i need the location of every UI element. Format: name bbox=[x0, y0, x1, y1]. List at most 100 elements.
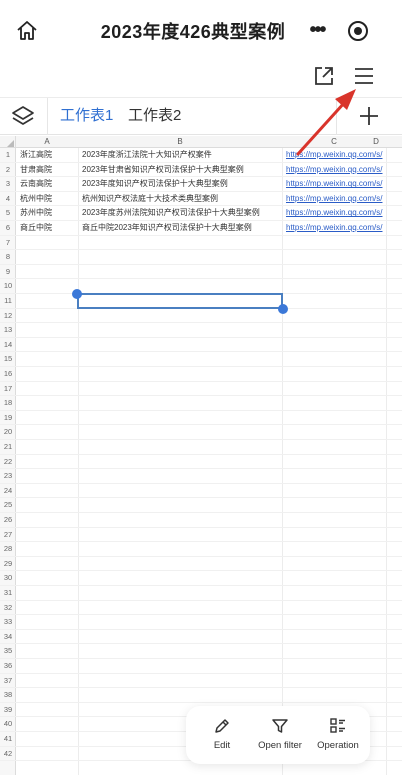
table-row: 10 bbox=[0, 279, 402, 294]
row-number[interactable]: 5 bbox=[0, 206, 16, 220]
cell-c-link[interactable]: https://mp.weixin.qq.com/s/ bbox=[286, 163, 402, 177]
select-all-corner[interactable] bbox=[0, 136, 16, 148]
top-bar: 2023年度426典型案例 ••• bbox=[0, 0, 402, 62]
home-icon[interactable] bbox=[14, 18, 40, 44]
row-number[interactable]: 16 bbox=[0, 367, 16, 381]
row-number[interactable]: 11 bbox=[0, 294, 16, 308]
row-number[interactable]: 12 bbox=[0, 309, 16, 323]
table-row: 12 bbox=[0, 309, 402, 324]
row-number[interactable]: 34 bbox=[0, 630, 16, 644]
plus-icon[interactable] bbox=[356, 103, 382, 129]
sheet-tabs-bar: 工作表1 工作表2 bbox=[0, 97, 402, 135]
column-header-d[interactable]: D bbox=[366, 136, 386, 148]
column-header: A B C D bbox=[0, 136, 402, 148]
row-number[interactable]: 9 bbox=[0, 265, 16, 279]
cell-b[interactable]: 2023年度浙江法院十大知识产权案件 bbox=[82, 148, 282, 162]
open-filter-label: Open filter bbox=[258, 740, 302, 751]
row-number[interactable]: 17 bbox=[0, 382, 16, 396]
row-number[interactable]: 7 bbox=[0, 236, 16, 250]
cell-b[interactable]: 2023年度苏州法院知识产权司法保护十大典型案例 bbox=[82, 206, 282, 220]
edit-label: Edit bbox=[213, 740, 231, 751]
row-number[interactable]: 28 bbox=[0, 542, 16, 556]
row-number[interactable]: 27 bbox=[0, 528, 16, 542]
row-number[interactable]: 42 bbox=[0, 747, 16, 761]
row-number[interactable]: 31 bbox=[0, 586, 16, 600]
table-row: 32 bbox=[0, 601, 402, 616]
table-row: 17 bbox=[0, 382, 402, 397]
cell-a[interactable]: 浙江高院 bbox=[20, 148, 78, 162]
row-number[interactable]: 24 bbox=[0, 484, 16, 498]
row-number[interactable]: 8 bbox=[0, 250, 16, 264]
cell-b[interactable]: 商丘中院2023年知识产权司法保护十大典型案例 bbox=[82, 221, 282, 235]
menu-icon[interactable] bbox=[352, 64, 376, 88]
cell-c-link[interactable]: https://mp.weixin.qq.com/s/ bbox=[286, 192, 402, 206]
row-number[interactable]: 14 bbox=[0, 338, 16, 352]
table-row: 1 浙江高院 2023年度浙江法院十大知识产权案件 https://mp.weixin… bbox=[0, 148, 402, 163]
row-number[interactable]: 30 bbox=[0, 571, 16, 585]
row-number[interactable]: 40 bbox=[0, 717, 16, 731]
row-number[interactable]: 4 bbox=[0, 192, 16, 206]
cell-c-link[interactable]: https://mp.weixin.qq.com/s/ bbox=[286, 177, 402, 191]
row-number[interactable]: 15 bbox=[0, 352, 16, 366]
row-number[interactable]: 25 bbox=[0, 498, 16, 512]
row-number[interactable]: 20 bbox=[0, 425, 16, 439]
row-number[interactable]: 33 bbox=[0, 615, 16, 629]
row-number[interactable]: 37 bbox=[0, 674, 16, 688]
row-number[interactable]: 36 bbox=[0, 659, 16, 673]
column-header-b[interactable]: B bbox=[78, 136, 282, 148]
edit-button[interactable]: Edit bbox=[200, 716, 244, 760]
row-number[interactable]: 13 bbox=[0, 323, 16, 337]
cell-c-link[interactable]: https://mp.weixin.qq.com/s/ bbox=[286, 148, 402, 162]
table-row: 15 bbox=[0, 352, 402, 367]
more-icon[interactable]: ••• bbox=[304, 20, 330, 42]
tab-sheet2[interactable]: 工作表2 bbox=[128, 107, 181, 125]
row-number[interactable]: 38 bbox=[0, 688, 16, 702]
target-icon[interactable] bbox=[346, 19, 370, 43]
row-number[interactable]: 2 bbox=[0, 163, 16, 177]
open-filter-button[interactable]: Open filter bbox=[250, 716, 310, 760]
row-number[interactable]: 21 bbox=[0, 440, 16, 454]
spreadsheet-grid[interactable]: A B C D 1 浙江高院 2023年度浙江法院十大知识产权案件 https://m… bbox=[0, 136, 402, 775]
row-number[interactable]: 19 bbox=[0, 411, 16, 425]
row-number[interactable]: 18 bbox=[0, 396, 16, 410]
cell-c-link[interactable]: https://mp.weixin.qq.com/s/ bbox=[286, 221, 402, 235]
row-number[interactable]: 39 bbox=[0, 703, 16, 717]
row-number[interactable]: 35 bbox=[0, 644, 16, 658]
tab-sheet1[interactable]: 工作表1 bbox=[60, 107, 113, 125]
operation-label: Operation bbox=[317, 740, 359, 751]
cell-b[interactable]: 杭州知识产权法庭十大技术类典型案例 bbox=[82, 192, 282, 206]
selection-handle-start[interactable] bbox=[72, 289, 82, 299]
row-number[interactable]: 41 bbox=[0, 732, 16, 746]
table-row: 35 bbox=[0, 644, 402, 659]
row-number[interactable]: 22 bbox=[0, 455, 16, 469]
row-number[interactable]: 26 bbox=[0, 513, 16, 527]
table-row: 20 bbox=[0, 425, 402, 440]
column-header-a[interactable]: A bbox=[16, 136, 78, 148]
share-icon[interactable] bbox=[312, 64, 336, 88]
row-number[interactable]: 32 bbox=[0, 601, 16, 615]
row-number[interactable]: 1 bbox=[0, 148, 16, 162]
row-number[interactable]: 29 bbox=[0, 557, 16, 571]
row-number[interactable]: 6 bbox=[0, 221, 16, 235]
layers-icon[interactable] bbox=[10, 104, 36, 128]
cell-a[interactable]: 甘肃高院 bbox=[20, 163, 78, 177]
row-number[interactable]: 3 bbox=[0, 177, 16, 191]
table-row: 16 bbox=[0, 367, 402, 382]
cell-b[interactable]: 2023年度知识产权司法保护十大典型案例 bbox=[82, 177, 282, 191]
table-row: 38 bbox=[0, 688, 402, 703]
table-row: 28 bbox=[0, 542, 402, 557]
cell-a[interactable]: 苏州中院 bbox=[20, 206, 78, 220]
operation-button[interactable]: Operation bbox=[308, 716, 368, 760]
divider bbox=[336, 98, 337, 135]
cell-a[interactable]: 杭州中院 bbox=[20, 192, 78, 206]
table-row: 23 bbox=[0, 469, 402, 484]
cell-c-link[interactable]: https://mp.weixin.qq.com/s/ bbox=[286, 206, 402, 220]
table-row: 31 bbox=[0, 586, 402, 601]
row-number[interactable]: 10 bbox=[0, 279, 16, 293]
cell-a[interactable]: 云南高院 bbox=[20, 177, 78, 191]
cell-a[interactable]: 商丘中院 bbox=[20, 221, 78, 235]
row-number[interactable]: 23 bbox=[0, 469, 16, 483]
filter-icon bbox=[272, 719, 288, 733]
cell-b[interactable]: 2023年甘肃省知识产权司法保护十大典型案例 bbox=[82, 163, 282, 177]
selection-handle-end[interactable] bbox=[278, 304, 288, 314]
